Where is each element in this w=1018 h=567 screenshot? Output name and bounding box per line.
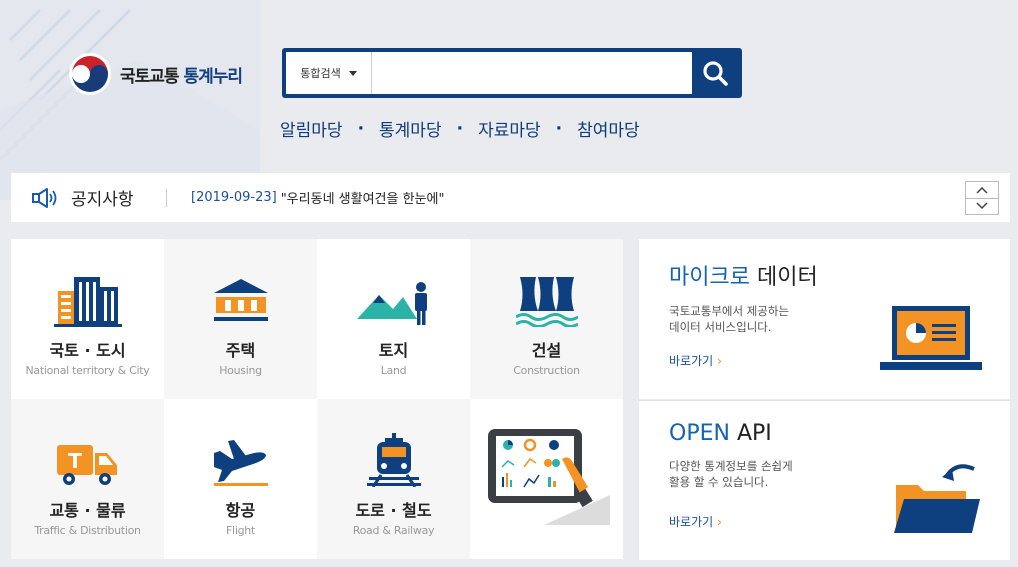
category-label-ko: 국토 · 도시 <box>49 341 126 360</box>
nav-item-notice[interactable]: 알림마당 <box>280 116 343 141</box>
nav-separator: · <box>555 118 563 139</box>
notice-pager <box>965 181 999 215</box>
micro-data-shortcut-link[interactable]: 바로가기 › <box>669 352 722 369</box>
category-tile-flight[interactable]: 항공 Flight <box>164 399 317 559</box>
card-title: OPEN API <box>669 421 772 446</box>
search-scope-label: 통합검색 <box>300 67 341 80</box>
divider <box>166 188 167 207</box>
category-label-en: Road & Railway <box>352 524 435 537</box>
nav-item-participation[interactable]: 참여마당 <box>577 116 640 141</box>
category-label-en: Housing <box>219 364 262 377</box>
category-label-ko: 토지 <box>378 341 409 360</box>
main-navigation: 알림마당 · 통계마당 · 자료마당 · 참여마당 <box>280 116 640 142</box>
search-icon <box>703 61 728 86</box>
nav-item-materials[interactable]: 자료마당 <box>478 116 541 141</box>
search-scope-select[interactable]: 통합검색 <box>286 52 372 94</box>
taegeuk-emblem-icon <box>69 53 111 95</box>
category-label-ko: 항공 <box>225 501 256 520</box>
notice-next-button[interactable] <box>966 199 998 215</box>
category-tile-construction[interactable]: 건설 Construction <box>470 239 623 399</box>
truck-icon: T <box>56 445 117 485</box>
train-icon <box>366 433 421 487</box>
airplane-icon <box>213 440 268 486</box>
category-label-en: Land <box>380 364 407 377</box>
tablet-illustration-tile <box>470 399 623 559</box>
nav-item-statistics[interactable]: 통계마당 <box>379 116 442 141</box>
search-button[interactable] <box>692 52 738 94</box>
category-tile-traffic[interactable]: T 교통 · 물류 Traffic & Distribution <box>11 399 164 559</box>
megaphone-icon <box>32 187 57 208</box>
category-tile-city[interactable]: 국토 · 도시 National territory & City <box>11 239 164 399</box>
notice-headline-link[interactable]: "우리동네 생활여건을 한눈에" <box>281 188 445 207</box>
search-bar: 통합검색 <box>282 48 742 98</box>
category-label-ko: 주택 <box>225 341 256 360</box>
category-tile-housing[interactable]: 주택 Housing <box>164 239 317 399</box>
folder-arrow-icon <box>894 464 980 533</box>
chevron-down-icon <box>348 70 357 76</box>
tablet-chart-illustration-icon <box>487 429 610 525</box>
category-label-en: Construction <box>513 364 580 377</box>
svg-text:T: T <box>68 449 82 473</box>
category-label-en: National territory & City <box>25 364 150 377</box>
search-input[interactable] <box>372 52 692 94</box>
category-tile-railway[interactable]: 도로 · 철도 Road & Railway <box>317 399 470 559</box>
notice-prev-button[interactable] <box>966 182 998 199</box>
category-label-ko: 건설 <box>531 341 562 360</box>
land-icon <box>356 282 427 325</box>
chevron-down-icon <box>976 202 988 210</box>
background-chart-decoration <box>0 0 260 200</box>
chevron-up-icon <box>976 186 988 194</box>
notice-bar: 공지사항 [2019-09-23] "우리동네 생활여건을 한눈에" <box>11 173 1010 222</box>
category-label-en: Traffic & Distribution <box>34 524 141 537</box>
category-label-ko: 교통 · 물류 <box>49 501 126 520</box>
site-logo[interactable]: 국토교통 통계누리 <box>68 52 243 96</box>
open-api-card[interactable]: OPEN API 다양한 통계정보를 손쉽게 활용 할 수 있습니다. 바로가기… <box>639 400 1010 560</box>
notice-date: [2019-09-23] <box>191 190 277 205</box>
open-api-shortcut-link[interactable]: 바로가기 › <box>669 513 722 530</box>
site-name: 국토교통 통계누리 <box>120 66 243 87</box>
notice-title: 공지사항 <box>71 190 134 210</box>
laptop-chart-icon <box>880 306 982 370</box>
card-title: 마이크로 데이터 <box>669 265 818 290</box>
category-label-en: Flight <box>226 524 255 537</box>
construction-icon <box>515 277 578 327</box>
nav-separator: · <box>456 118 464 139</box>
category-tile-land[interactable]: 토지 Land <box>317 239 470 399</box>
house-icon <box>213 279 268 321</box>
category-label-ko: 도로 · 철도 <box>355 501 432 520</box>
micro-data-card[interactable]: 마이크로 데이터 국토교통부에서 제공하는 데이터 서비스입니다. 바로가기 › <box>639 239 1010 399</box>
category-grid: 국토 · 도시 National territory & City 주택 Hou… <box>11 239 623 559</box>
notice-heading[interactable]: 공지사항 <box>11 185 166 210</box>
nav-separator: · <box>357 118 365 139</box>
city-buildings-icon <box>53 277 122 327</box>
